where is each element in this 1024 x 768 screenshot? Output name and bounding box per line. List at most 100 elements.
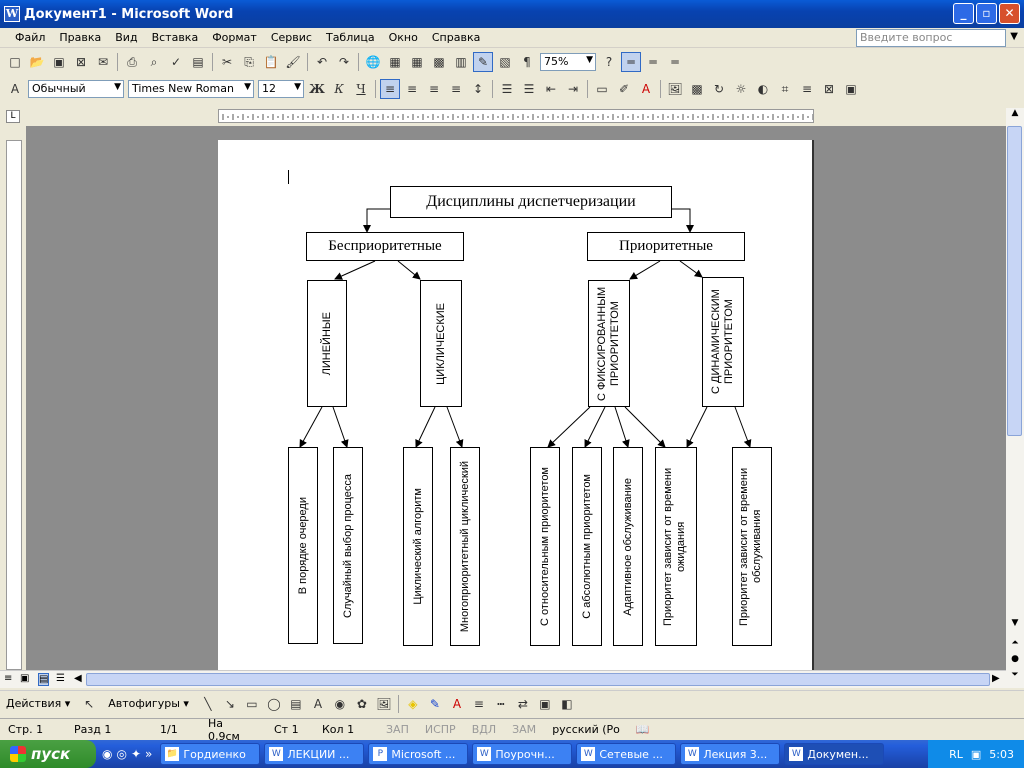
3d-icon[interactable]: ◧ bbox=[557, 694, 577, 714]
print-layout-view-icon[interactable]: ▤ bbox=[38, 673, 50, 686]
connector-line bbox=[415, 406, 436, 448]
diagram-label: Адаптивное обслуживание bbox=[621, 477, 634, 616]
spelling-status-icon[interactable]: 📖 bbox=[628, 723, 658, 736]
taskbar-item[interactable]: W Лекция 3... bbox=[680, 743, 781, 765]
diagram-label: Многоприоритетный циклический bbox=[458, 460, 471, 633]
diagram-box-service-time: Приоритет зависит от времени обслуживани… bbox=[732, 447, 772, 646]
arrow-style-icon[interactable]: ⇄ bbox=[513, 694, 533, 714]
connector-line bbox=[624, 406, 666, 448]
scroll-right-icon[interactable]: ▶ bbox=[992, 673, 1000, 684]
status-overtype[interactable]: ЗАМ bbox=[504, 723, 544, 736]
separator bbox=[397, 694, 399, 713]
connector-line bbox=[614, 406, 630, 448]
wordart-icon[interactable]: A bbox=[308, 694, 328, 714]
diagram-box-round-robin: Циклический алгоритм bbox=[403, 447, 433, 646]
browse-object-icon[interactable]: ● bbox=[1006, 654, 1024, 664]
windows-logo-icon bbox=[10, 746, 26, 762]
autoshapes-menu[interactable]: Автофигуры ▾ bbox=[108, 697, 189, 710]
diagram-label: В порядке очереди bbox=[296, 496, 309, 595]
diagram-box-multilevel: Многоприоритетный циклический bbox=[450, 447, 480, 646]
taskbar-item[interactable]: W Поурочн... bbox=[472, 743, 573, 765]
shadow-icon[interactable]: ▣ bbox=[535, 694, 555, 714]
horizontal-scrollbar[interactable]: ≡ ▣ ▤ ☰ ◀ ▶ bbox=[0, 670, 1006, 688]
diagram-icon[interactable]: ◉ bbox=[330, 694, 350, 714]
drawing-toolbar: Действия ▾ ↖ Автофигуры ▾ ╲ ↘ ▭ ◯ ▤ A ◉ … bbox=[0, 690, 1024, 716]
diagram-box-absolute-priority: С абсолютным приоритетом bbox=[572, 447, 602, 646]
opera-icon[interactable]: ◎ bbox=[116, 747, 126, 761]
diagram-box-linear: ЛИНЕЙНЫЕ bbox=[307, 280, 347, 407]
firefox-icon[interactable]: ◉ bbox=[102, 747, 112, 761]
next-page-icon[interactable]: ⏷ bbox=[1006, 670, 1024, 680]
diagram-label: С относительным приоритетом bbox=[538, 466, 551, 627]
line-style-icon[interactable]: ≡ bbox=[469, 694, 489, 714]
arrow-tool-icon[interactable]: ↘ bbox=[220, 694, 240, 714]
diagram-box-fifo: В порядке очереди bbox=[288, 447, 318, 644]
outline-view-icon[interactable]: ☰ bbox=[56, 673, 65, 684]
diagram-box-dynamic-priority: С ДИНАМИЧЕСКИМ ПРИОРИТЕТОМ bbox=[702, 277, 744, 407]
status-line: Ст 1 bbox=[274, 723, 299, 736]
rectangle-tool-icon[interactable]: ▭ bbox=[242, 694, 262, 714]
draw-actions-menu[interactable]: Действия ▾ bbox=[6, 697, 70, 710]
start-button[interactable]: пуск bbox=[0, 740, 96, 768]
connector-line bbox=[363, 208, 390, 233]
connector-line bbox=[584, 406, 606, 448]
connector-line bbox=[734, 406, 752, 448]
taskbar-item[interactable]: 📁 Гордиенко bbox=[160, 743, 261, 765]
status-page: Стр. 1 bbox=[8, 723, 44, 736]
textbox-tool-icon[interactable]: ▤ bbox=[286, 694, 306, 714]
app-icon[interactable]: ✦ bbox=[131, 747, 141, 761]
diagram-box-priority: Приоритетные bbox=[587, 232, 745, 261]
fill-color-icon[interactable]: ◈ bbox=[403, 694, 423, 714]
taskbar-item[interactable]: W ЛЕКЦИИ ... bbox=[264, 743, 365, 765]
status-extend[interactable]: ВДЛ bbox=[464, 723, 504, 736]
diagram-label: ЦИКЛИЧЕСКИЕ bbox=[434, 302, 447, 385]
normal-view-icon[interactable]: ≡ bbox=[4, 673, 12, 684]
font-color-icon[interactable]: A bbox=[447, 694, 467, 714]
dash-style-icon[interactable]: ┅ bbox=[491, 694, 511, 714]
scroll-down-icon[interactable]: ▼ bbox=[1006, 618, 1024, 628]
folder-icon: 📁 bbox=[165, 747, 180, 761]
scroll-up-icon[interactable]: ▲ bbox=[1006, 108, 1024, 124]
diagram-label: ЛИНЕЙНЫЕ bbox=[320, 311, 333, 376]
horizontal-scroll-thumb[interactable] bbox=[86, 673, 990, 686]
status-track[interactable]: ИСПР bbox=[417, 723, 464, 736]
taskbar-item-label: ЛЕКЦИИ ... bbox=[287, 747, 350, 761]
taskbar-item[interactable]: W Сетевые ... bbox=[576, 743, 677, 765]
language-indicator[interactable]: RL bbox=[949, 748, 963, 761]
scroll-left-icon[interactable]: ◀ bbox=[74, 673, 82, 684]
line-tool-icon[interactable]: ╲ bbox=[198, 694, 218, 714]
connector-line bbox=[397, 260, 421, 280]
clock[interactable]: 5:03 bbox=[989, 748, 1014, 761]
select-objects-icon[interactable]: ↖ bbox=[79, 694, 99, 714]
diagram-label: Случайный выбор процесса bbox=[341, 473, 354, 618]
oval-tool-icon[interactable]: ◯ bbox=[264, 694, 284, 714]
taskbar-item-label: Microsoft ... bbox=[391, 747, 456, 761]
connector-line bbox=[547, 406, 591, 448]
word-icon: W bbox=[477, 747, 492, 761]
previous-page-icon[interactable]: ⏶ bbox=[1006, 638, 1024, 648]
picture-icon[interactable]: 🖼 bbox=[374, 694, 394, 714]
taskbar: пуск ◉ ◎ ✦ » 📁 Гордиенко W ЛЕКЦИИ ... P Mic… bbox=[0, 740, 1024, 768]
diagram-label: Бесприоритетные bbox=[328, 238, 442, 254]
word-icon: W bbox=[581, 747, 596, 761]
status-record[interactable]: ЗАП bbox=[378, 723, 417, 736]
word-icon: W bbox=[685, 747, 700, 761]
clipart-icon[interactable]: ✿ bbox=[352, 694, 372, 714]
line-color-icon[interactable]: ✎ bbox=[425, 694, 445, 714]
vertical-scrollbar[interactable]: ▲ ▼ ⏶ ● ⏷ bbox=[1006, 108, 1024, 688]
diagram-label: Приоритет зависит от времени ожидания bbox=[662, 467, 687, 626]
connector-line bbox=[332, 406, 349, 448]
network-icon[interactable]: ▣ bbox=[971, 748, 981, 761]
diagram-box-adaptive: Адаптивное обслуживание bbox=[613, 447, 643, 646]
status-bar: Стр. 1 Разд 1 1/1 На 0,9см Ст 1 Кол 1 ЗА… bbox=[0, 717, 1024, 743]
connector-line bbox=[672, 208, 694, 233]
taskbar-item[interactable]: P Microsoft ... bbox=[368, 743, 469, 765]
quick-launch: ◉ ◎ ✦ » bbox=[102, 747, 152, 761]
vertical-scroll-thumb[interactable] bbox=[1007, 126, 1022, 436]
start-label: пуск bbox=[31, 745, 71, 763]
more-chevron-icon[interactable]: » bbox=[145, 747, 152, 761]
connector-line bbox=[686, 406, 708, 448]
web-view-icon[interactable]: ▣ bbox=[20, 673, 29, 684]
taskbar-item-active[interactable]: W Докумен... bbox=[784, 743, 885, 765]
diagram-label: С ДИНАМИЧЕСКИМ ПРИОРИТЕТОМ bbox=[710, 289, 735, 395]
